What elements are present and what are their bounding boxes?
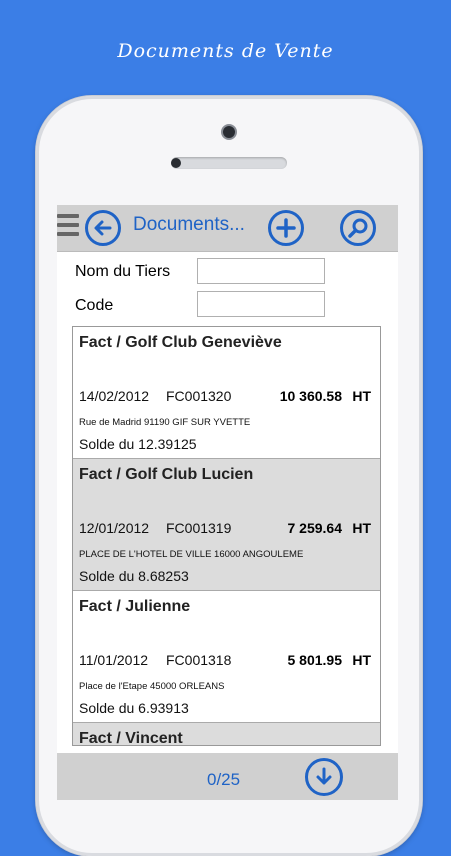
search-button[interactable] [340, 210, 376, 246]
document-date: 11/01/2012 [79, 652, 149, 668]
document-balance: Solde du 8.68253 [79, 568, 189, 584]
search-icon [348, 218, 368, 238]
toolbar: Documents... [57, 205, 398, 252]
sensor-dot [171, 158, 181, 168]
document-title: Fact / Golf Club Lucien [79, 466, 254, 483]
document-item[interactable]: Fact / Vincent [73, 723, 380, 746]
code-input[interactable] [197, 291, 325, 317]
document-amount: 7 259.64 [287, 520, 343, 536]
document-address: PLACE DE L'HOTEL DE VILLE 16000 ANGOULEM… [79, 549, 304, 560]
document-item[interactable]: Fact / Julienne 11/01/2012 FC001318 5 80… [73, 591, 380, 723]
front-camera [223, 126, 235, 138]
tiers-label: Nom du Tiers [75, 263, 171, 280]
arrow-down-icon [316, 767, 332, 785]
promo-title: Documents de Vente [117, 40, 334, 62]
document-number: FC001318 [166, 652, 232, 668]
document-title: Fact / Julienne [79, 598, 191, 615]
add-button[interactable] [268, 210, 304, 246]
document-amount: 5 801.95 [287, 652, 343, 668]
document-list: Fact / Golf Club Geneviève 14/02/2012 FC… [72, 326, 381, 746]
tiers-input[interactable] [197, 258, 325, 284]
app-screen: Documents... Nom du Tiers Code Fact / Go… [57, 205, 398, 800]
arrow-left-icon [94, 220, 112, 236]
document-title: Fact / Vincent [79, 730, 183, 746]
menu-icon[interactable] [57, 214, 79, 242]
plus-icon [276, 218, 296, 238]
document-title: Fact / Golf Club Geneviève [79, 334, 282, 351]
document-address: Place de l'Etape 45000 ORLEANS [79, 681, 225, 692]
document-date: 12/01/2012 [79, 520, 150, 536]
document-amount: 10 360.58 [279, 388, 342, 404]
document-date: 14/02/2012 [79, 388, 150, 404]
back-button[interactable] [85, 210, 121, 246]
document-address: Rue de Madrid 91190 GIF SUR YVETTE [79, 417, 251, 428]
document-number: FC001320 [166, 388, 232, 404]
document-item[interactable]: Fact / Golf Club Lucien 12/01/2012 FC001… [73, 459, 380, 591]
page-count: 0/25 [207, 770, 241, 789]
document-item[interactable]: Fact / Golf Club Geneviève 14/02/2012 FC… [73, 327, 380, 459]
next-page-button[interactable] [305, 758, 343, 796]
document-tax-label: HT [352, 652, 371, 668]
document-tax-label: HT [352, 520, 371, 536]
document-balance: Solde du 6.93913 [79, 700, 189, 716]
pager-bar: 0/25 [57, 753, 398, 800]
earpiece-speaker [171, 157, 287, 169]
document-tax-label: HT [352, 388, 371, 404]
code-label: Code [75, 297, 114, 314]
document-number: FC001319 [166, 520, 232, 536]
document-balance: Solde du 12.39125 [79, 436, 197, 452]
toolbar-title: Documents... [133, 214, 245, 235]
